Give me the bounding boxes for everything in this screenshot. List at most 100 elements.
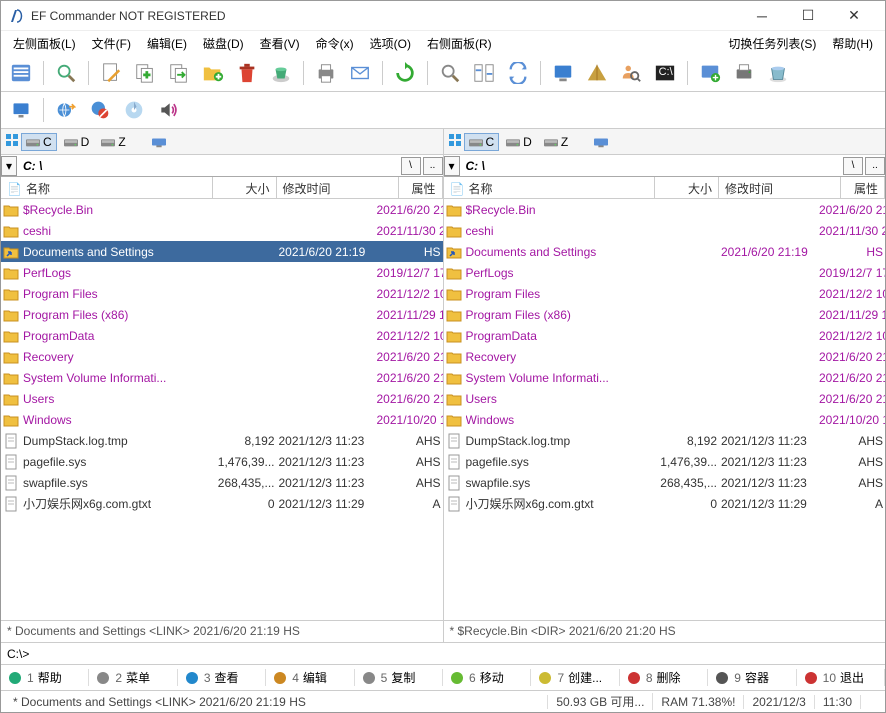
fkey-button[interactable]: 10 退出 (797, 669, 885, 686)
command-line[interactable]: C:\> (1, 642, 885, 664)
edit-icon[interactable] (97, 59, 125, 87)
find-user-icon[interactable] (617, 59, 645, 87)
left-path[interactable]: C: \ (19, 159, 399, 173)
file-row[interactable]: pagefile.sys1,476,39...2021/12/3 11:23AH… (1, 451, 443, 472)
menu-item[interactable]: 选项(O) (362, 35, 419, 53)
file-row[interactable]: swapfile.sys268,435,...2021/12/3 11:23AH… (1, 472, 443, 493)
fkey-button[interactable]: 4 编辑 (266, 669, 354, 686)
monitor-icon[interactable] (7, 96, 35, 124)
col-attr[interactable]: 属性 (399, 177, 443, 198)
drive-button[interactable]: C (464, 133, 500, 151)
fkey-button[interactable]: 7 创建... (531, 669, 619, 686)
list-view-icon[interactable] (7, 59, 35, 87)
print-icon[interactable] (312, 59, 340, 87)
settings-icon[interactable] (696, 59, 724, 87)
menu-item[interactable]: 右侧面板(R) (419, 35, 500, 53)
close-button[interactable]: ✕ (831, 1, 877, 31)
right-up-button[interactable]: .. (865, 157, 885, 175)
file-row[interactable]: pagefile.sys1,476,39...2021/12/3 11:23AH… (444, 451, 886, 472)
col-date[interactable]: 修改时间 (277, 177, 399, 198)
menu-item[interactable]: 编辑(E) (139, 35, 195, 53)
file-row[interactable]: Program Files (x86)2021/11/29 11:02R (1, 304, 443, 325)
drive-button[interactable]: C (21, 133, 57, 151)
file-row[interactable]: Users2021/6/20 21:20R (444, 388, 886, 409)
menu-item[interactable]: 帮助(H) (824, 35, 881, 53)
menu-item[interactable]: 命令(x) (308, 35, 362, 53)
menu-item[interactable]: 磁盘(D) (195, 35, 252, 53)
file-row[interactable]: swapfile.sys268,435,...2021/12/3 11:23AH… (444, 472, 886, 493)
file-row[interactable]: 小刀娱乐网x6g.com.gtxt02021/12/3 11:29A (1, 493, 443, 514)
sync-icon[interactable] (504, 59, 532, 87)
drive-button[interactable]: D (501, 133, 537, 151)
copy-icon[interactable] (131, 59, 159, 87)
file-row[interactable]: System Volume Informati...2021/6/20 21:2… (444, 367, 886, 388)
col-name[interactable]: 📄名称 (1, 177, 213, 198)
left-up-button[interactable]: .. (423, 157, 443, 175)
menu-item[interactable]: 切换任务列表(S) (720, 35, 824, 53)
file-row[interactable]: Program Files2021/12/2 10:26R (444, 283, 886, 304)
file-row[interactable]: ProgramData2021/12/2 10:25H (444, 325, 886, 346)
file-row[interactable]: $Recycle.Bin2021/6/20 21:20HS (444, 199, 886, 220)
right-path-dropdown[interactable]: ▾ (444, 156, 460, 176)
file-row[interactable]: ceshi2021/11/30 22:17 (1, 220, 443, 241)
menu-item[interactable]: 查看(V) (252, 35, 308, 53)
drive-button[interactable]: Z (539, 133, 573, 151)
fkey-button[interactable]: 5 复制 (355, 669, 443, 686)
file-row[interactable]: System Volume Informati...2021/6/20 21:2… (1, 367, 443, 388)
globe-arrow-icon[interactable] (52, 96, 80, 124)
file-row[interactable]: ceshi2021/11/30 22:17 (444, 220, 886, 241)
fkey-button[interactable]: 1 帮助 (1, 669, 89, 686)
delete-icon[interactable] (233, 59, 261, 87)
file-row[interactable]: DumpStack.log.tmp8,1922021/12/3 11:23AHS (444, 430, 886, 451)
fkey-button[interactable]: 9 容器 (708, 669, 796, 686)
pyramid-icon[interactable] (583, 59, 611, 87)
fkey-button[interactable]: 8 删除 (620, 669, 708, 686)
compare-icon[interactable] (470, 59, 498, 87)
file-row[interactable]: DumpStack.log.tmp8,1922021/12/3 11:23AHS (1, 430, 443, 451)
network-drive-icon[interactable] (589, 134, 613, 150)
network-drive-icon[interactable] (147, 134, 171, 150)
search-icon[interactable] (52, 59, 80, 87)
globe-block-icon[interactable] (86, 96, 114, 124)
col-size[interactable]: 大小 (655, 177, 719, 198)
recycle-icon[interactable] (267, 59, 295, 87)
file-row[interactable]: Documents and Settings2021/6/20 21:19HS (444, 241, 886, 262)
file-row[interactable]: Recovery2021/6/20 21:19HS (444, 346, 886, 367)
menu-item[interactable]: 文件(F) (84, 35, 139, 53)
file-row[interactable]: $Recycle.Bin2021/6/20 21:20HS (1, 199, 443, 220)
right-filelist[interactable]: $Recycle.Bin2021/6/20 21:20HSceshi2021/1… (444, 199, 886, 620)
menu-item[interactable]: 左侧面板(L) (5, 35, 84, 53)
fkey-button[interactable]: 2 菜单 (89, 669, 177, 686)
drive-button[interactable]: D (59, 133, 95, 151)
minimize-button[interactable]: ─ (739, 1, 785, 31)
left-path-dropdown[interactable]: ▾ (1, 156, 17, 176)
drive-button[interactable]: Z (96, 133, 130, 151)
fkey-button[interactable]: 3 查看 (178, 669, 266, 686)
file-row[interactable]: Windows2021/10/20 10:26 (1, 409, 443, 430)
file-row[interactable]: Program Files (x86)2021/11/29 11:02R (444, 304, 886, 325)
maximize-button[interactable]: ☐ (785, 1, 831, 31)
col-attr[interactable]: 属性 (841, 177, 885, 198)
left-root-button[interactable]: \ (401, 157, 421, 175)
file-row[interactable]: ProgramData2021/12/2 10:25H (1, 325, 443, 346)
file-row[interactable]: Windows2021/10/20 10:26 (444, 409, 886, 430)
file-row[interactable]: PerfLogs2019/12/7 17:14 (1, 262, 443, 283)
sound-icon[interactable] (154, 96, 182, 124)
file-row[interactable]: Documents and Settings2021/6/20 21:19HS (1, 241, 443, 262)
mail-icon[interactable] (346, 59, 374, 87)
col-size[interactable]: 大小 (213, 177, 277, 198)
file-row[interactable]: 小刀娱乐网x6g.com.gtxt02021/12/3 11:29A (444, 493, 886, 514)
right-root-button[interactable]: \ (843, 157, 863, 175)
screen-icon[interactable] (549, 59, 577, 87)
disc-icon[interactable] (120, 96, 148, 124)
left-filelist[interactable]: $Recycle.Bin2021/6/20 21:20HSceshi2021/1… (1, 199, 443, 620)
move-icon[interactable] (165, 59, 193, 87)
terminal-icon[interactable]: C:\ (651, 59, 679, 87)
file-row[interactable]: PerfLogs2019/12/7 17:14 (444, 262, 886, 283)
file-row[interactable]: Recovery2021/6/20 21:19HS (1, 346, 443, 367)
fkey-button[interactable]: 6 移动 (443, 669, 531, 686)
file-row[interactable]: Program Files2021/12/2 10:26R (1, 283, 443, 304)
trash-icon[interactable] (764, 59, 792, 87)
col-date[interactable]: 修改时间 (719, 177, 841, 198)
right-path[interactable]: C: \ (462, 159, 842, 173)
